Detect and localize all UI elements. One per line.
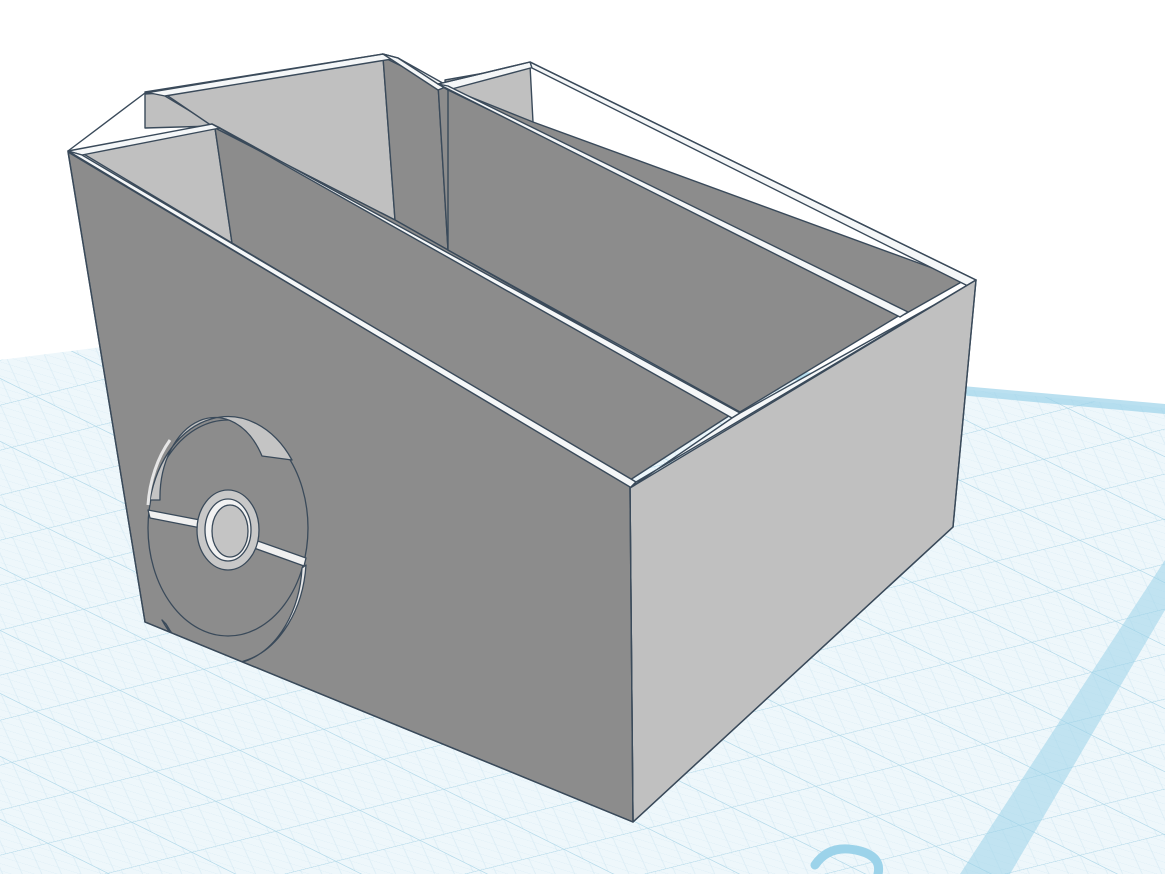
3d-scene[interactable] [0,0,1165,874]
3d-viewport[interactable] [0,0,1165,874]
